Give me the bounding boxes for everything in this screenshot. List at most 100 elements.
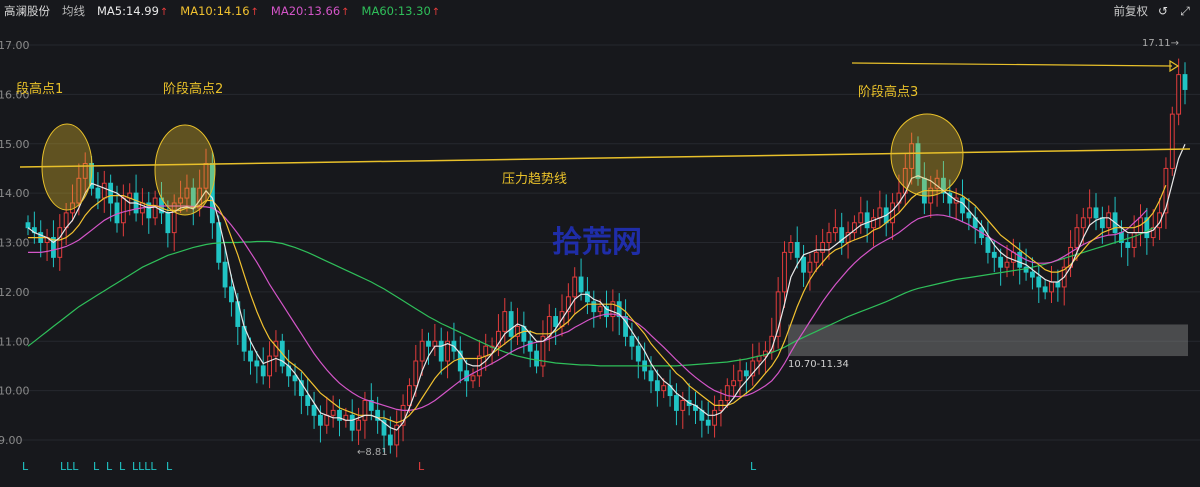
candle-body — [991, 251, 997, 258]
y-tick-label: 15.00 — [0, 138, 30, 151]
high-value-label: 17.11→ — [1142, 38, 1179, 49]
candle-body — [260, 365, 266, 377]
candle-body — [508, 311, 514, 337]
candle-body — [654, 380, 660, 392]
candle-body — [705, 419, 711, 426]
candle-body — [438, 340, 444, 362]
candle-body — [807, 261, 813, 273]
candle-body — [724, 385, 730, 401]
candle-body — [330, 409, 336, 416]
candle-body — [1055, 281, 1061, 288]
candle-body — [1087, 207, 1093, 219]
candle-body — [305, 395, 311, 406]
high-point-circle-1 — [41, 123, 93, 211]
candle-body — [470, 375, 476, 382]
y-tick-label: 10.00 — [0, 385, 30, 398]
candle-body — [597, 306, 603, 313]
candle-body — [680, 400, 686, 411]
candle-body — [794, 242, 800, 258]
y-tick-label: 9.00 — [0, 434, 23, 447]
candle-body — [629, 335, 635, 347]
candle-body — [407, 385, 412, 406]
candle-body — [1131, 232, 1137, 248]
candle-body — [101, 182, 107, 199]
candle-body — [349, 414, 355, 431]
candle-body — [635, 345, 641, 362]
stock-chart: 高澜股份 均线 MA5:14.99↑ MA10:14.16↑ MA20:13.6… — [0, 0, 1200, 487]
candle-body — [553, 316, 559, 327]
candle-body — [25, 222, 31, 229]
y-tick-label: 12.00 — [0, 286, 30, 299]
candle-body — [648, 370, 654, 382]
candle-body — [661, 385, 667, 392]
stage-high-label-2: 阶段高点2 — [163, 81, 223, 97]
bottom-signal-marker: L — [119, 460, 126, 473]
candle-body — [877, 207, 883, 219]
candle-body — [267, 355, 272, 377]
candle-body — [483, 345, 489, 357]
candle-body — [527, 340, 533, 352]
candle-body — [788, 242, 794, 253]
bottom-signal-marker: L — [106, 460, 113, 473]
ma10-line — [28, 184, 1167, 424]
candle-body — [960, 197, 965, 214]
bottom-signal-marker: L — [166, 460, 173, 473]
watermark-text: 拾荒网 — [552, 225, 642, 260]
candle-body — [254, 360, 260, 367]
y-tick-label: 17.00 — [0, 39, 30, 52]
candle-body — [248, 350, 253, 362]
candle-body — [419, 340, 425, 362]
candle-body — [1093, 207, 1099, 219]
candle-body — [591, 301, 597, 313]
candle-body — [1106, 212, 1112, 229]
candle-body — [864, 212, 870, 229]
candle-body — [832, 227, 838, 234]
candle-body — [858, 212, 864, 224]
candle-body — [998, 256, 1004, 268]
candle-body — [1049, 281, 1054, 293]
candle-body — [782, 251, 787, 293]
candle-body — [324, 414, 330, 426]
support-zone — [788, 324, 1188, 357]
candle-body — [108, 182, 114, 204]
candle-body — [890, 202, 895, 224]
candle-body — [826, 232, 832, 243]
bottom-signal-marker: LLLL — [132, 460, 157, 473]
candle-body — [95, 187, 101, 199]
candle-body — [585, 291, 590, 303]
candle-body — [311, 404, 317, 416]
candle-body — [1004, 261, 1010, 268]
candlestick-chart: 17.0016.0015.0014.0013.0012.0011.0010.00… — [0, 38, 1200, 473]
candle-body — [801, 256, 806, 273]
candle-body — [813, 251, 819, 263]
candle-body — [1080, 217, 1086, 229]
y-tick-label: 11.00 — [0, 335, 30, 348]
y-tick-label: 13.00 — [0, 237, 30, 250]
candle-body — [820, 242, 826, 253]
bottom-signal-marker: L — [93, 460, 100, 473]
candle-body — [1017, 251, 1023, 268]
high-point-circle-3 — [890, 113, 964, 197]
candle-body — [572, 276, 578, 298]
candle-body — [966, 212, 972, 219]
low-value-label: ←8.81 — [357, 447, 388, 458]
candle-body — [985, 237, 991, 253]
candle-body — [737, 370, 743, 382]
bottom-signal-marker: L — [418, 460, 425, 473]
candle-body — [1042, 286, 1048, 293]
candle-body — [1182, 74, 1188, 90]
candle-body — [1169, 113, 1175, 169]
target-arrow-line — [851, 62, 1173, 67]
candle-body — [1176, 74, 1182, 115]
candle-body — [731, 380, 737, 387]
bottom-signal-marker: L — [750, 460, 757, 473]
candle-body — [57, 227, 63, 258]
candle-body — [502, 311, 508, 332]
candle-body — [387, 434, 393, 446]
support-zone-label: 10.70-11.34 — [788, 359, 849, 370]
candle-body — [712, 409, 717, 426]
candle-body — [1074, 227, 1080, 248]
candle-body — [318, 414, 323, 426]
candle-body — [362, 400, 368, 421]
bottom-signal-marker: L — [22, 460, 29, 473]
